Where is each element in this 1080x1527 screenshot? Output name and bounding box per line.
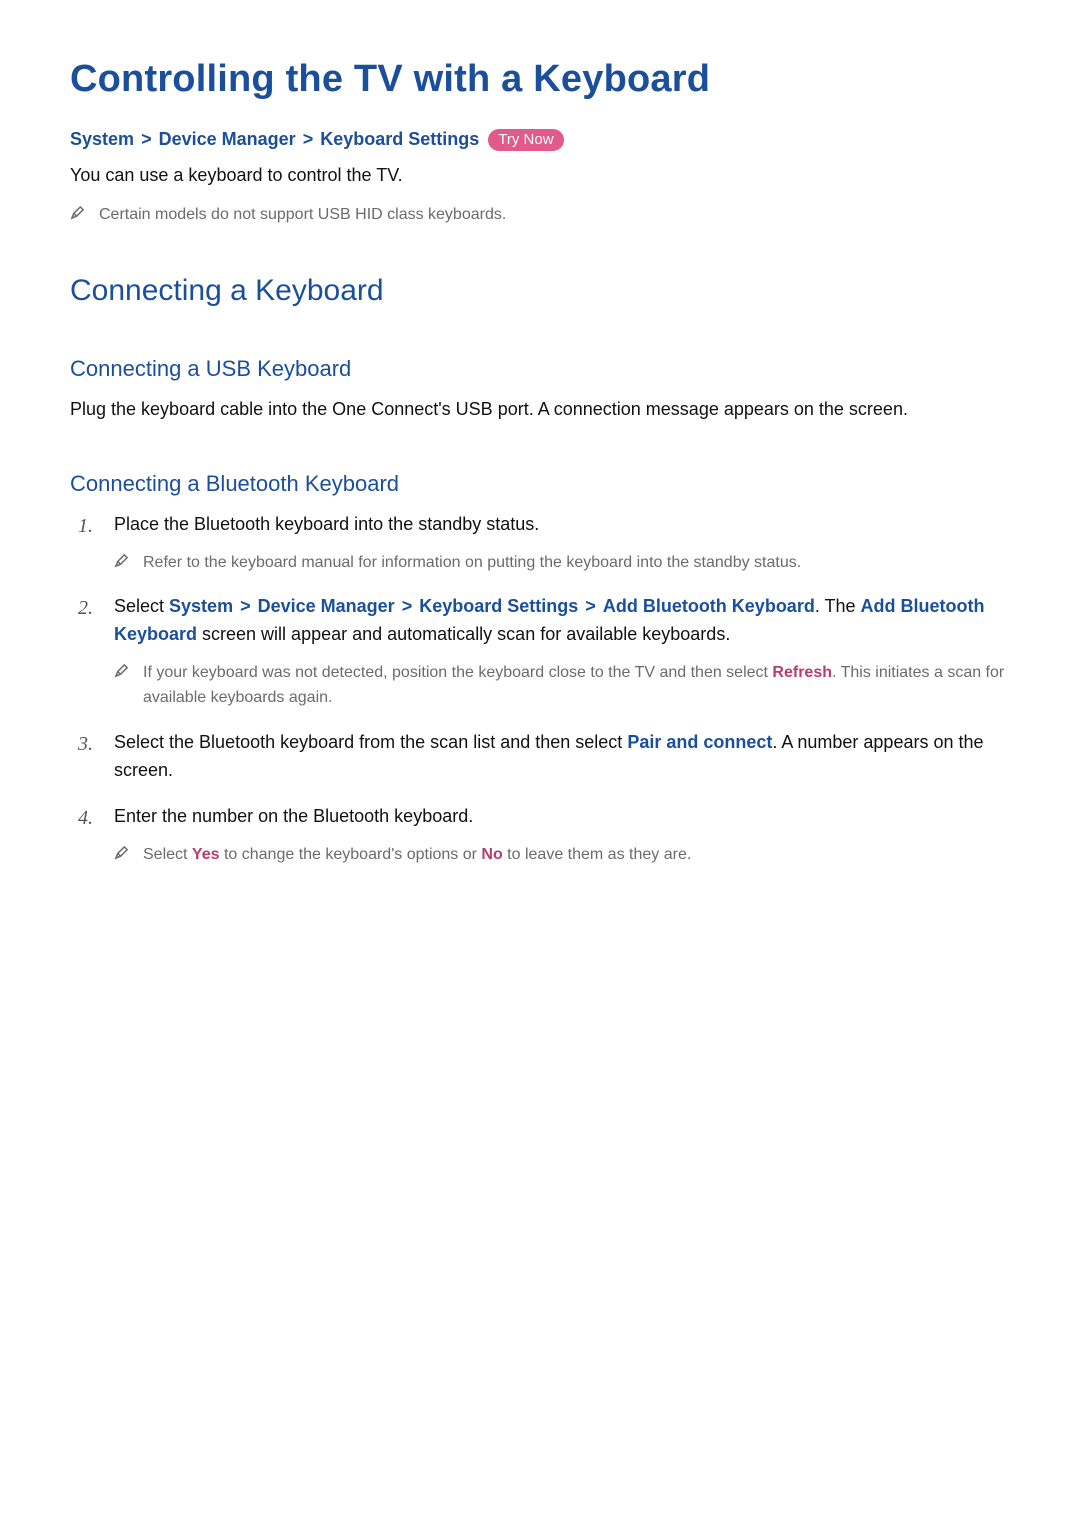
keyword-pair: Pair and connect (627, 732, 772, 752)
document-page: Controlling the TV with a Keyboard Syste… (0, 0, 1080, 925)
breadcrumb-separator: > (583, 596, 598, 616)
try-now-button[interactable]: Try Now (488, 129, 563, 151)
breadcrumb-item[interactable]: System (70, 129, 134, 149)
subsection-heading-usb: Connecting a USB Keyboard (70, 356, 1010, 382)
menu-path-item: Device Manager (258, 596, 395, 616)
intro-text: You can use a keyboard to control the TV… (70, 162, 1010, 189)
menu-path-item: Keyboard Settings (419, 596, 578, 616)
subsection-heading-bt: Connecting a Bluetooth Keyboard (70, 471, 1010, 497)
breadcrumb-separator: > (139, 129, 154, 149)
pencil-icon (114, 553, 129, 568)
step-1-text: Place the Bluetooth keyboard into the st… (114, 514, 539, 534)
step-3-a: Select the Bluetooth keyboard from the s… (114, 732, 627, 752)
breadcrumb-item[interactable]: Keyboard Settings (320, 129, 479, 149)
step-2-tail: screen will appear and automatically sca… (197, 624, 730, 644)
step-1: Place the Bluetooth keyboard into the st… (70, 511, 1010, 576)
breadcrumb: System > Device Manager > Keyboard Setti… (70, 129, 1010, 152)
step-2-lead: Select (114, 596, 169, 616)
note: Select Yes to change the keyboard's opti… (114, 843, 1010, 868)
note-text: Certain models do not support USB HID cl… (99, 203, 506, 228)
note-text: If your keyboard was not detected, posit… (143, 661, 1010, 711)
keyword-no: No (481, 846, 502, 863)
note: Certain models do not support USB HID cl… (70, 203, 1010, 228)
step-4: Enter the number on the Bluetooth keyboa… (70, 803, 1010, 868)
note-text: Refer to the keyboard manual for informa… (143, 551, 801, 576)
pencil-icon (114, 663, 129, 678)
note: If your keyboard was not detected, posit… (114, 661, 1010, 711)
breadcrumb-item[interactable]: Device Manager (159, 129, 296, 149)
page-title: Controlling the TV with a Keyboard (70, 58, 1010, 101)
breadcrumb-separator: > (301, 129, 316, 149)
note-part-a: If your keyboard was not detected, posit… (143, 664, 772, 681)
note-part-a: Select (143, 846, 192, 863)
step-4-text: Enter the number on the Bluetooth keyboa… (114, 806, 473, 826)
note-part-mid: to change the keyboard's options or (220, 846, 482, 863)
breadcrumb-separator: > (238, 596, 253, 616)
section-heading: Connecting a Keyboard (70, 274, 1010, 308)
keyword-yes: Yes (192, 846, 220, 863)
note-part-b: to leave them as they are. (503, 846, 692, 863)
bt-steps: Place the Bluetooth keyboard into the st… (70, 511, 1010, 868)
pencil-icon (70, 205, 85, 220)
step-2-after: . The (815, 596, 861, 616)
note-text: Select Yes to change the keyboard's opti… (143, 843, 691, 868)
step-2: Select System > Device Manager > Keyboar… (70, 593, 1010, 710)
step-3: Select the Bluetooth keyboard from the s… (70, 729, 1010, 785)
breadcrumb-separator: > (400, 596, 415, 616)
menu-path-item: Add Bluetooth Keyboard (603, 596, 815, 616)
pencil-icon (114, 845, 129, 860)
usb-body: Plug the keyboard cable into the One Con… (70, 396, 1010, 423)
menu-path-item: System (169, 596, 233, 616)
note: Refer to the keyboard manual for informa… (114, 551, 1010, 576)
keyword-refresh: Refresh (772, 664, 832, 681)
